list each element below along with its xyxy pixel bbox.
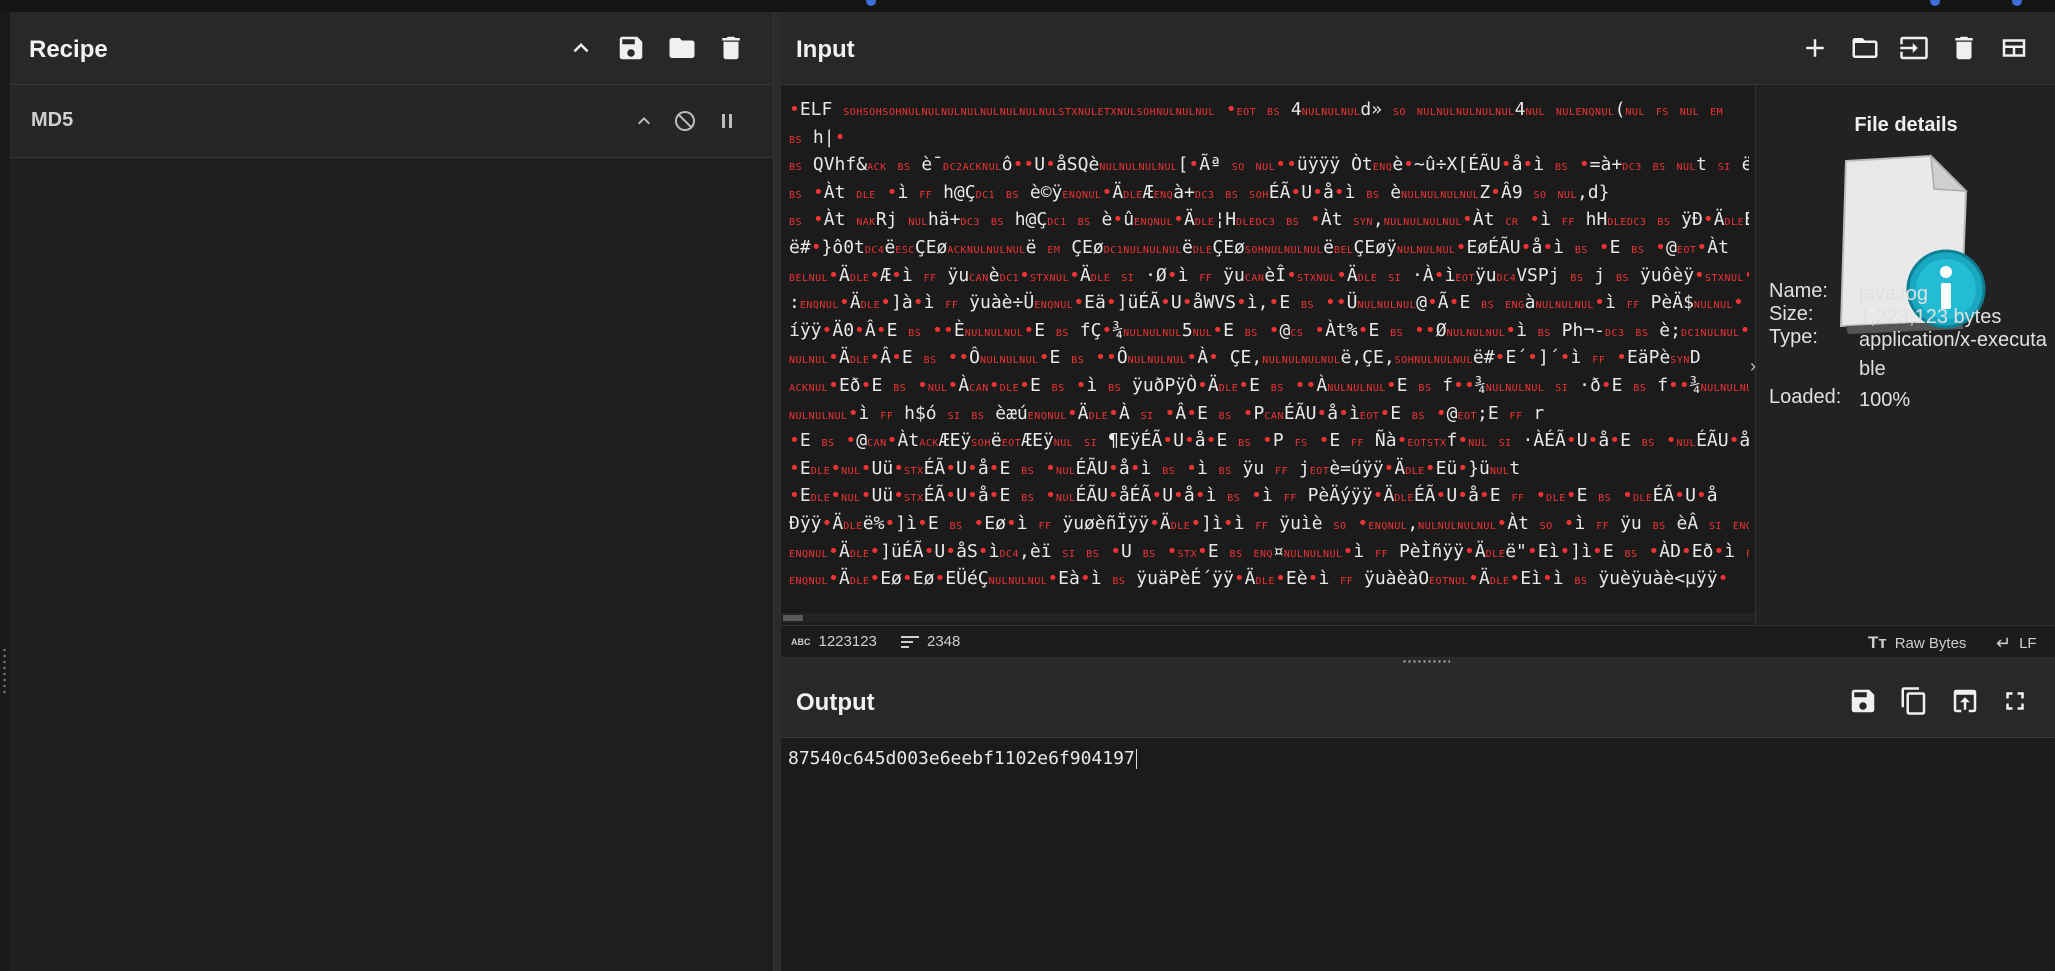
eol-value: LF: [2019, 635, 2037, 652]
open-file-input-icon[interactable]: [1898, 32, 1930, 64]
load-recipe-folder-icon[interactable]: [666, 32, 698, 64]
input-line: BS •Àt DLE •ì FF h@ÇDC1 BS è©ÿENQNUL•ÄDL…: [789, 181, 1610, 203]
input-line: Ðÿÿ•ÄDLEë%•]ì•E BS •Eø•ì FF ÿuøèñÏÿÿ•ÄDL…: [789, 512, 1749, 534]
input-header: Input: [781, 12, 2055, 85]
input-line: •E BS •@CAN•ÀtACKÆEÿSOHëEOTÆEÿNUL SI ¶Eÿ…: [789, 430, 1749, 452]
input-line: ACKNUL•Eð•E BS •NUL•ÀCAN•DLE•E BS •ì BS …: [789, 374, 1749, 396]
input-line: BELNUL•ÄDLE•Æ•ì FF ÿuCANèDC1•STXNUL•ÄDLE…: [789, 264, 1749, 286]
save-output-icon[interactable]: [1847, 685, 1879, 717]
input-line: •EDLE•NUL•Uü•STXÉÃ•U•å•E BS •NULÉÃU•åÉÃ•…: [789, 485, 1718, 507]
input-line: ENQNUL•ÄDLE•]üÉÃ•U•åS•ìDC4,èï SI BS •U B…: [789, 540, 1749, 562]
clear-recipe-trash-icon[interactable]: [715, 32, 747, 64]
input-title: Input: [796, 36, 855, 63]
open-folder-icon[interactable]: [1849, 32, 1881, 64]
abc-icon: ABC: [791, 636, 811, 647]
file-type-label: Type:: [1769, 326, 1818, 348]
top-bar-indicator: [2012, 0, 2022, 6]
file-loaded-value: 100%: [1859, 389, 1911, 411]
collapse-operation-icon[interactable]: [630, 107, 658, 135]
input-horizontal-scrollbar[interactable]: [781, 613, 1755, 623]
save-recipe-icon[interactable]: [615, 32, 647, 64]
input-length-stat: ABC 1223123: [791, 633, 877, 650]
input-line: •EDLE•NUL•Uü•STXÉÃ•U•å•E BS •NULÉÃU•å•ì …: [789, 457, 1521, 479]
file-size-label: Size:: [1769, 303, 1814, 325]
horizontal-splitter[interactable]: [781, 657, 2055, 665]
eol-selector[interactable]: ↵ LF: [1996, 633, 2037, 654]
file-details-panel: File details › Name: java.log Size: 1,22…: [1750, 86, 2055, 625]
maximise-output-icon[interactable]: [1999, 685, 2031, 717]
file-name-label: Name:: [1769, 280, 1828, 302]
charset-selector[interactable]: Tт Raw Bytes: [1868, 633, 1966, 653]
input-line: •ELF SOHSOHSOHNULNULNULNULNULNULNULNULST…: [789, 99, 1724, 120]
input-panel: Input •ELF SOHSOHSOHNULNULNULNULNULNULNU…: [781, 12, 2055, 657]
output-text[interactable]: 87540c645d003e6eebf1102e6f904197: [788, 748, 1137, 769]
input-line: BS •Àt NAKRj NULhä+DC3 BS h@ÇDC1 BS è•ûE…: [789, 209, 1749, 231]
output-area[interactable]: [781, 738, 2055, 971]
input-line: íÿÿ•Ä0•Â•E BS ••ÈNULNULNUL•E BS fÇ•¾NULN…: [789, 319, 1749, 341]
output-title: Output: [796, 689, 875, 716]
top-bar-indicator: [866, 0, 876, 6]
text-encoding-icon: Tт: [1868, 633, 1887, 652]
input-status-bar: ABC 1223123 2348 Tт Raw Bytes ↵ LF: [781, 625, 2055, 656]
output-panel: Output 87540c645d003e6eebf1102e6f904197: [781, 665, 2055, 971]
pause-breakpoint-icon[interactable]: [713, 107, 741, 135]
collapse-details-icon[interactable]: ›: [1750, 356, 1764, 390]
input-line: :ENQNUL•ÄDLE•]à•ì FF ÿuàè÷ÜENQNUL•Eä•]üÉ…: [789, 292, 1744, 314]
charset-value: Raw Bytes: [1894, 634, 1967, 652]
recipe-header: Recipe: [10, 12, 773, 85]
recipe-operation-md5[interactable]: MD5: [10, 85, 773, 158]
file-loaded-label: Loaded:: [1769, 386, 1842, 408]
top-bar-indicator: [1930, 0, 1940, 6]
recipe-panel: Recipe MD5: [10, 12, 774, 971]
input-lines-stat: 2348: [901, 633, 960, 650]
input-line: NULNUL•ÄDLE•Â•E BS ••ÔNULNULNUL•E BS ••Ô…: [789, 347, 1701, 369]
file-details-title: File details: [1854, 114, 1958, 136]
operation-name: MD5: [31, 109, 74, 131]
input-line: ENQNUL•ÄDLE•Eø•Eø•EÜéÇNULNULNUL•Eà•ì BS …: [789, 568, 1729, 590]
input-lines-value: 2348: [927, 633, 961, 650]
copy-output-icon[interactable]: [1898, 685, 1930, 717]
input-length-value: 1223123: [818, 633, 877, 650]
collapse-all-icon[interactable]: [565, 32, 597, 64]
reset-layout-icon[interactable]: [1998, 32, 2030, 64]
input-line: ë#•}ô0tDC4ëESCÇEøACKNULNULNULë EM ÇEøDC1…: [789, 236, 1729, 258]
input-line: BS h|•: [789, 126, 846, 148]
recipe-title: Recipe: [29, 36, 108, 63]
output-header: Output: [781, 665, 2055, 738]
file-type-value: application/x-executable: [1859, 329, 2047, 380]
replace-input-with-output-icon[interactable]: [1949, 685, 1981, 717]
vertical-splitter[interactable]: [774, 12, 781, 971]
disable-operation-icon[interactable]: [671, 107, 699, 135]
lines-icon: [901, 635, 919, 648]
add-input-plus-icon[interactable]: [1799, 32, 1831, 64]
output-value: 87540c645d003e6eebf1102e6f904197: [788, 748, 1135, 769]
input-textarea[interactable]: •ELF SOHSOHSOHNULNULNULNULNULNULNULNULST…: [781, 86, 1755, 625]
clear-input-trash-icon[interactable]: [1948, 32, 1980, 64]
input-line: NULNULNUL•ì FF h$ó SI BS èæúENQNUL•ÄDLE•…: [789, 402, 1545, 424]
text-caret: [1135, 749, 1137, 769]
input-line: BS QVhf&ACK BS è¯DC2ACKNULô••U•åSQèNULNU…: [789, 154, 1749, 176]
return-arrow-icon: ↵: [1996, 633, 2012, 653]
